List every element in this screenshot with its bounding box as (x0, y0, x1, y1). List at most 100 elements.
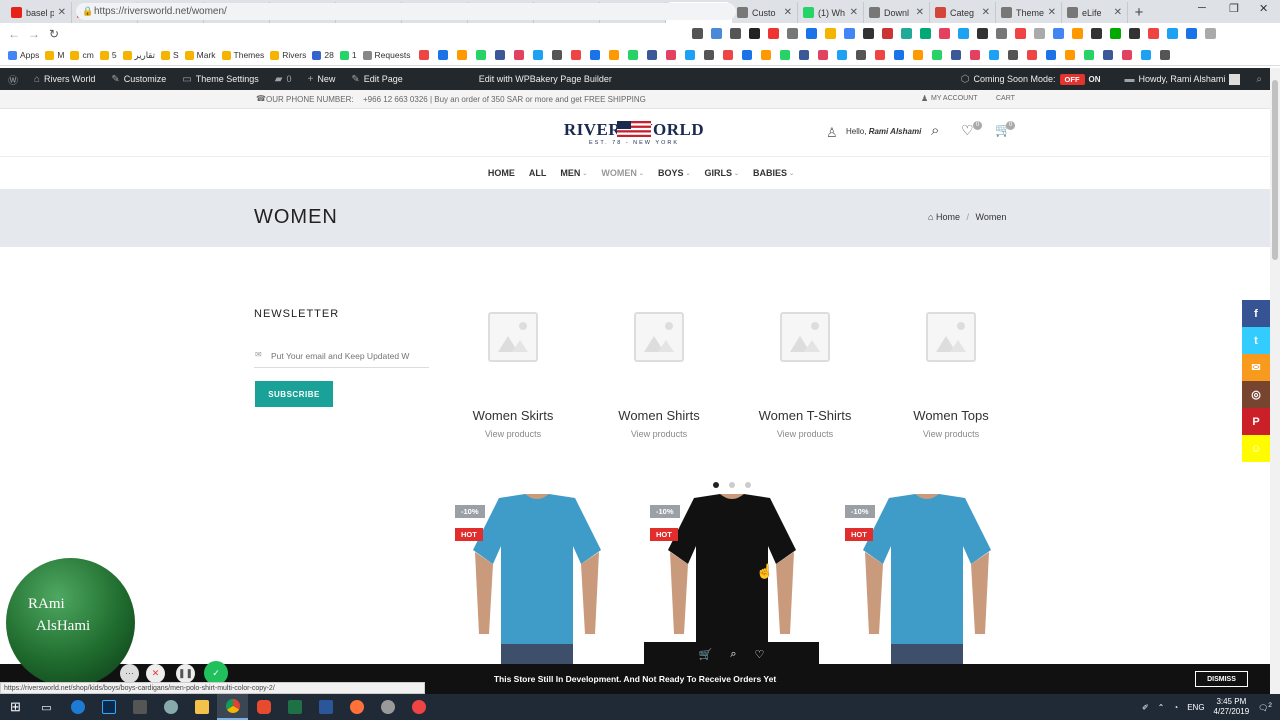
bookmark-favicon-icon[interactable] (894, 50, 905, 60)
recorder-more-icon[interactable]: ⋯ (120, 664, 139, 683)
bookmark-favicon-icon[interactable] (666, 50, 677, 60)
bookmark-favicon-icon[interactable] (856, 50, 867, 60)
category-name[interactable]: Women Tops (886, 408, 1016, 423)
bookmark-item[interactable]: Rivers (270, 50, 306, 60)
app-red-icon[interactable] (248, 694, 279, 720)
search-icon[interactable]: ⌕ (931, 122, 939, 139)
bookmark-favicon-icon[interactable] (571, 50, 582, 60)
bookmark-favicon-icon[interactable] (628, 50, 639, 60)
extension-icon[interactable] (920, 28, 931, 39)
bookmark-favicon-icon[interactable] (742, 50, 753, 60)
chrome-icon[interactable] (217, 694, 248, 720)
bookmark-favicon-icon[interactable] (1103, 50, 1114, 60)
extension-icon[interactable] (1091, 28, 1102, 39)
bookmark-item[interactable]: Themes (221, 50, 264, 60)
bookmark-favicon-icon[interactable] (476, 50, 487, 60)
bookmark-favicon-icon[interactable] (590, 50, 601, 60)
bookmark-favicon-icon[interactable] (685, 50, 696, 60)
product-card[interactable]: -10% HOT (839, 494, 1015, 664)
reload-icon[interactable]: ↻ (44, 27, 64, 41)
extension-icon[interactable] (1110, 28, 1121, 39)
bookmark-favicon-icon[interactable] (495, 50, 506, 60)
slider-dot-3[interactable] (745, 482, 751, 488)
extension-icon[interactable] (806, 28, 817, 39)
tab-close-icon[interactable]: ✕ (982, 7, 990, 18)
email-icon[interactable]: ✉ (1242, 354, 1270, 381)
calculator-icon[interactable] (124, 694, 155, 720)
bookmark-favicon-icon[interactable] (533, 50, 544, 60)
cart-link[interactable]: CART (996, 95, 1015, 102)
bookmark-favicon-icon[interactable] (1027, 50, 1038, 60)
tab-close-icon[interactable]: ✕ (1048, 7, 1056, 18)
bookmark-favicon-icon[interactable] (419, 50, 430, 60)
extension-icon[interactable] (787, 28, 798, 39)
wp-new-link[interactable]: + New (300, 68, 344, 90)
instagram-icon[interactable]: ◎ (1242, 381, 1270, 408)
wp-edit-page-link[interactable]: ✎ Edit Page (343, 68, 410, 90)
category-name[interactable]: Women Skirts (448, 408, 578, 423)
add-to-cart-icon[interactable]: 🛒 (699, 648, 713, 661)
bookmark-favicon-icon[interactable] (837, 50, 848, 60)
extension-icon[interactable] (844, 28, 855, 39)
hello-user[interactable]: Hello, Rami Alshami (846, 127, 921, 136)
extension-icon[interactable] (730, 28, 741, 39)
wp-coming-soon-toggle[interactable]: ⬡ Coming Soon Mode: OFF ON (953, 68, 1109, 90)
extension-icon[interactable] (958, 28, 969, 39)
add-to-wishlist-icon[interactable]: ♡ (755, 648, 765, 661)
wp-comments-link[interactable]: ▰ 0 (267, 68, 300, 90)
back-icon[interactable]: ← (4, 27, 24, 41)
extension-icon[interactable] (901, 28, 912, 39)
browser-tab[interactable]: Custo ✕ (732, 2, 798, 23)
photoshop-icon[interactable] (93, 694, 124, 720)
scrollbar-thumb[interactable] (1272, 80, 1278, 260)
extension-icon[interactable] (1015, 28, 1026, 39)
bookmark-favicon-icon[interactable] (723, 50, 734, 60)
nav-item-home[interactable]: HOME (488, 168, 515, 178)
bookmark-favicon-icon[interactable] (438, 50, 449, 60)
file-explorer-icon[interactable] (186, 694, 217, 720)
extension-icon[interactable] (1205, 28, 1216, 39)
slider-dot-2[interactable] (729, 482, 735, 488)
extension-icon[interactable] (977, 28, 988, 39)
bookmark-favicon-icon[interactable] (932, 50, 943, 60)
bookmark-favicon-icon[interactable] (799, 50, 810, 60)
bookmark-favicon-icon[interactable] (818, 50, 829, 60)
tab-close-icon[interactable]: ✕ (784, 7, 792, 18)
bookmark-item[interactable]: Mark (184, 50, 216, 60)
edge-icon[interactable] (62, 694, 93, 720)
nav-item-women[interactable]: WOMEN ⌄ (601, 168, 644, 178)
extension-icon[interactable] (1034, 28, 1045, 39)
extension-icon[interactable] (1148, 28, 1159, 39)
bookmark-favicon-icon[interactable] (1141, 50, 1152, 60)
user-icon[interactable]: ♙ (826, 125, 838, 141)
start-icon[interactable]: ⊞ (0, 694, 31, 720)
bookmark-item[interactable]: M (45, 50, 64, 60)
bookmark-favicon-icon[interactable] (647, 50, 658, 60)
firefox-icon[interactable] (341, 694, 372, 720)
bookmark-favicon-icon[interactable] (761, 50, 772, 60)
bookmark-favicon-icon[interactable] (1065, 50, 1076, 60)
extension-icon[interactable] (711, 28, 722, 39)
category-card[interactable]: Women Tops View products (886, 300, 1016, 439)
subscribe-button[interactable]: SUBSCRIBE (255, 381, 333, 407)
extension-icon[interactable] (1167, 28, 1178, 39)
close-window-icon[interactable]: ✕ (1259, 2, 1268, 15)
quick-view-icon[interactable]: ⌕ (730, 648, 736, 661)
network-icon[interactable]: ◔ (1173, 703, 1178, 712)
nav-item-girls[interactable]: GIRLS ⌄ (705, 168, 740, 178)
bookmark-favicon-icon[interactable] (951, 50, 962, 60)
category-card[interactable]: Women Shirts View products (594, 300, 724, 439)
snapchat-icon[interactable]: ☺ (1242, 435, 1270, 462)
extension-icon[interactable] (863, 28, 874, 39)
bookmark-favicon-icon[interactable] (989, 50, 1000, 60)
app-icon[interactable] (155, 694, 186, 720)
twitter-icon[interactable]: t (1242, 327, 1270, 354)
extension-icon[interactable] (1053, 28, 1064, 39)
app-grey-icon[interactable] (372, 694, 403, 720)
view-products-link[interactable]: View products (886, 429, 1016, 439)
browser-tab[interactable]: (1) Wh ✕ (798, 2, 864, 23)
wp-logo-icon[interactable]: Ⓦ (0, 68, 26, 90)
wp-wpbakery-link[interactable]: Edit with WPBakery Page Builder (471, 68, 620, 90)
product-card[interactable]: -10% HOT (644, 494, 820, 664)
browser-tab[interactable]: Theme ✕ (996, 2, 1062, 23)
